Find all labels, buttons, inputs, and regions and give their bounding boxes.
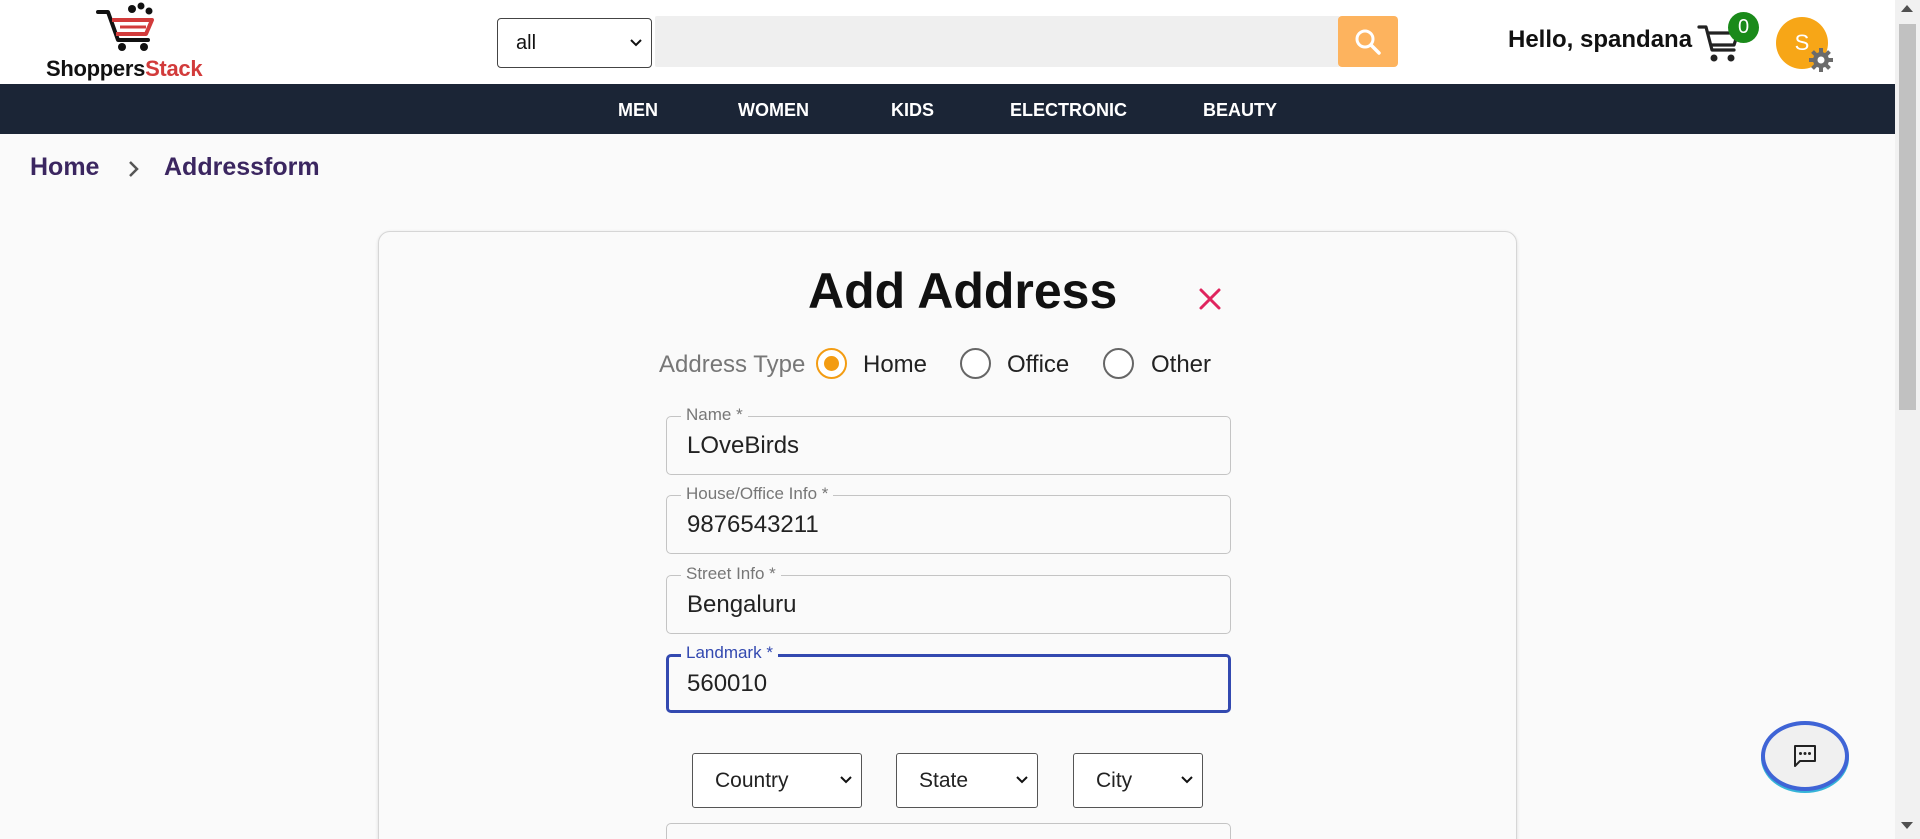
search-icon [1355, 29, 1381, 55]
category-select-value: all [516, 32, 537, 54]
user-greeting: Hello, spandana [1508, 26, 1693, 53]
chevron-down-icon [1015, 754, 1029, 829]
state-select[interactable]: State [896, 753, 1038, 808]
cart-count-badge: 0 [1728, 12, 1759, 43]
page-title: Add Address [808, 263, 1118, 319]
chevron-down-icon [629, 19, 643, 86]
breadcrumb-home[interactable]: Home [30, 153, 99, 182]
state-select-value: State [919, 769, 969, 792]
city-select-value: City [1096, 769, 1133, 792]
house-info-field[interactable]: House/Office Info * 9876543211 [666, 484, 1231, 554]
nav-item-beauty[interactable]: BEAUTY [1203, 84, 1277, 134]
nav-item-women[interactable]: WOMEN [738, 84, 809, 134]
breadcrumb-current: Addressform [164, 153, 320, 181]
logo-text: ShoppersStack [46, 56, 203, 82]
chevron-down-icon [1180, 754, 1194, 829]
radio-home-label[interactable]: Home [863, 351, 927, 379]
nav-item-kids[interactable]: KIDS [891, 84, 934, 134]
city-select[interactable]: City [1073, 753, 1203, 808]
radio-office-label[interactable]: Office [1007, 351, 1069, 379]
category-select[interactable]: all [497, 18, 652, 68]
chat-icon [1794, 745, 1816, 767]
gear-icon[interactable] [1808, 47, 1834, 73]
name-field[interactable]: Name * LOveBirds [666, 405, 1231, 475]
landmark-field-label: Landmark * [681, 643, 778, 663]
site-header: ShoppersStack all Hello, spandana 0 S [0, 0, 1895, 84]
radio-office[interactable] [960, 348, 991, 379]
scroll-up-arrow-icon[interactable] [1901, 5, 1913, 12]
scrollbar-thumb[interactable] [1899, 24, 1916, 410]
nav-item-electronic[interactable]: ELECTRONIC [1010, 84, 1127, 134]
name-field-label: Name * [681, 405, 748, 425]
address-type-label: Address Type [659, 351, 806, 378]
close-icon[interactable] [1195, 284, 1225, 314]
nav-item-men[interactable]: MEN [618, 84, 658, 134]
logo-text-stack: Stack [145, 56, 203, 81]
country-select[interactable]: Country [692, 753, 862, 808]
street-info-field[interactable]: Street Info * Bengaluru [666, 564, 1231, 634]
landmark-field-value[interactable]: 560010 [687, 670, 767, 698]
scroll-down-arrow-icon[interactable] [1901, 822, 1913, 829]
landmark-field[interactable]: Landmark * 560010 [666, 643, 1231, 713]
chevron-right-icon [129, 161, 139, 177]
radio-other-label[interactable]: Other [1151, 351, 1211, 379]
search-button[interactable] [1338, 16, 1398, 67]
house-info-field-label: House/Office Info * [681, 484, 834, 504]
house-info-field-value[interactable]: 9876543211 [687, 511, 819, 539]
logo-text-shoppers: Shoppers [46, 56, 146, 81]
radio-home[interactable] [816, 348, 847, 379]
street-info-field-label: Street Info * [681, 564, 781, 584]
cart-logo-icon [96, 2, 154, 51]
country-select-value: Country [715, 769, 789, 792]
chat-button[interactable] [1761, 721, 1849, 791]
chevron-down-icon [839, 754, 853, 829]
radio-other[interactable] [1103, 348, 1134, 379]
name-field-value[interactable]: LOveBirds [687, 432, 799, 460]
category-nav: MEN WOMEN KIDS ELECTRONIC BEAUTY [0, 84, 1895, 134]
next-form-field[interactable] [666, 823, 1231, 839]
search-input[interactable] [655, 16, 1340, 67]
shoppersstack-logo[interactable]: ShoppersStack [46, 2, 226, 82]
street-info-field-value[interactable]: Bengaluru [687, 591, 796, 619]
